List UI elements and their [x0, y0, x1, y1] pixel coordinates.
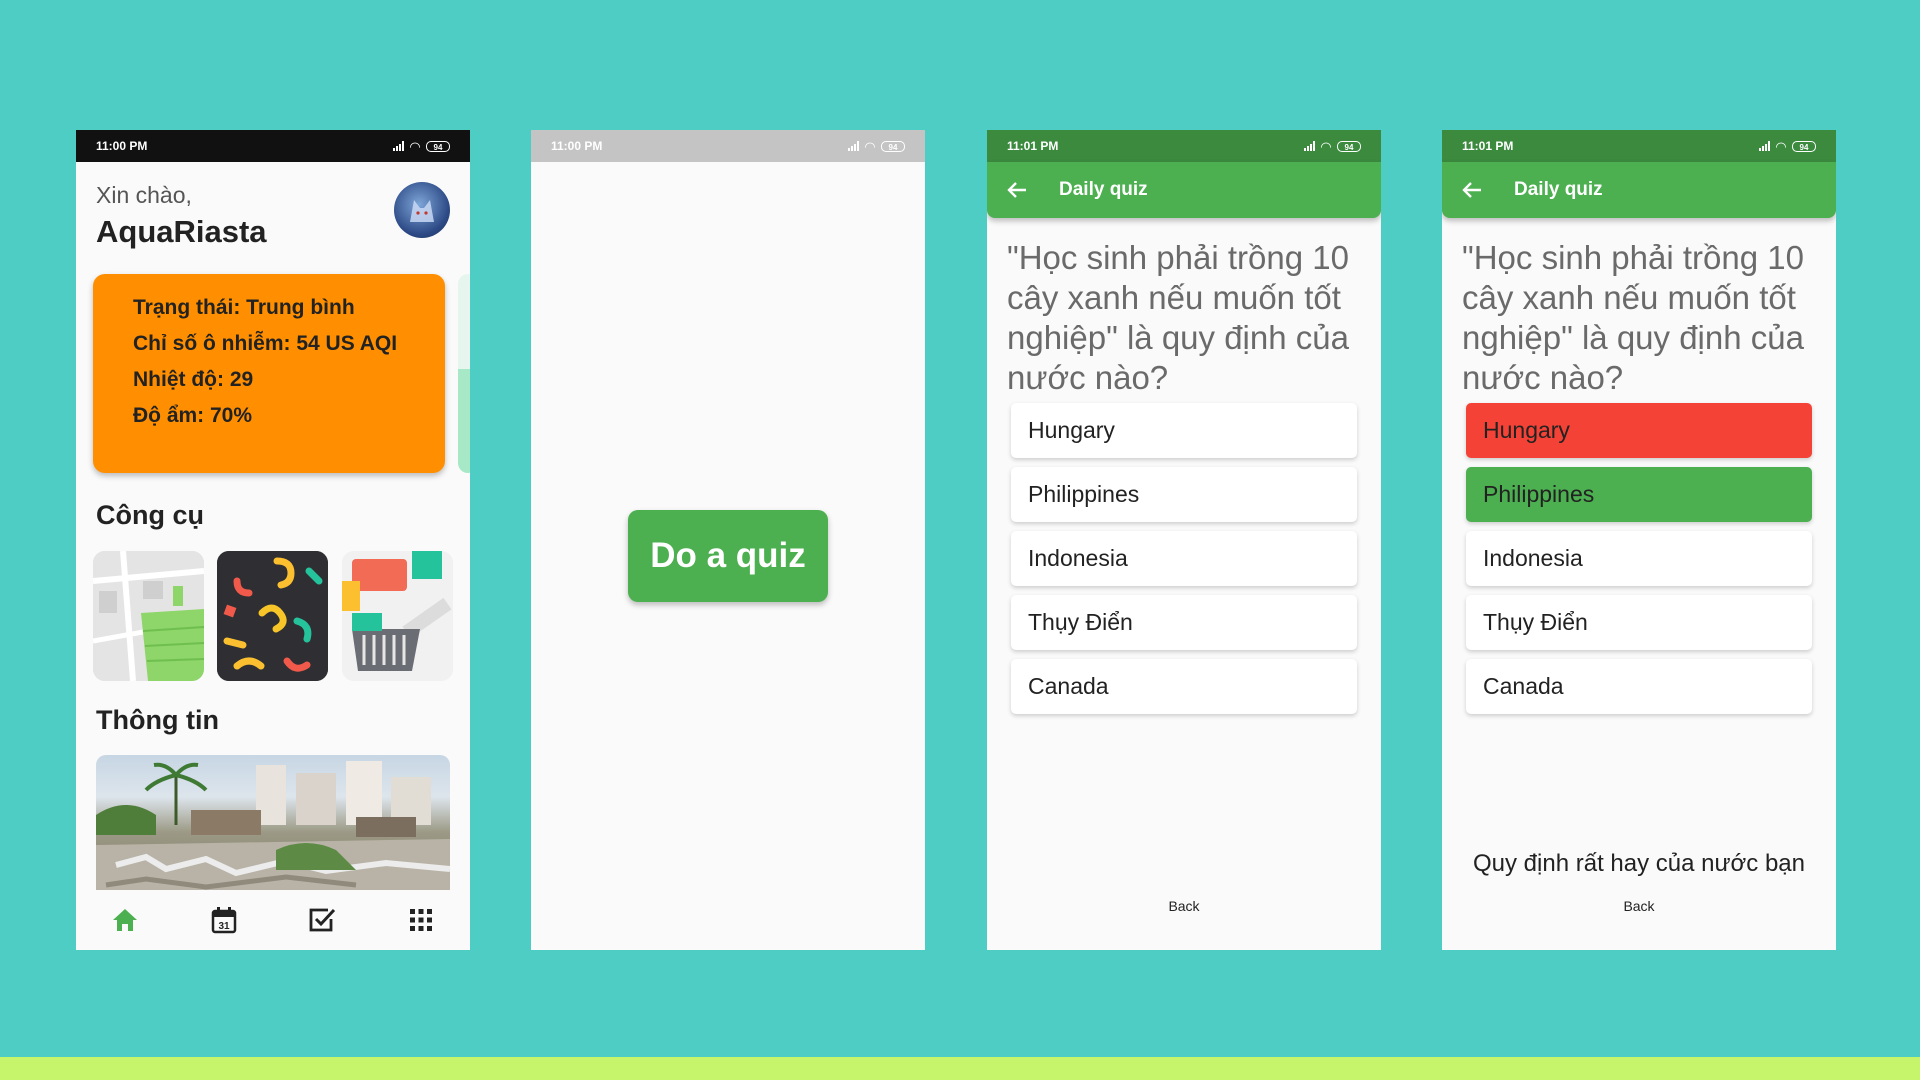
app-bar: Daily quiz	[1442, 162, 1836, 218]
battery-icon: 94	[1792, 140, 1816, 152]
avatar[interactable]	[394, 182, 450, 238]
back-button[interactable]: Back	[1442, 898, 1836, 914]
option-indonesia[interactable]: Indonesia	[1466, 531, 1812, 586]
back-arrow-icon[interactable]	[1460, 178, 1484, 202]
appbar-title: Daily quiz	[1514, 179, 1603, 200]
bottom-nav: 31	[76, 890, 470, 950]
option-canada[interactable]: Canada	[1466, 659, 1812, 714]
status-time: 11:01 PM	[1462, 139, 1514, 153]
aqi-temperature: Nhiệt độ: 29	[133, 368, 254, 391]
status-time: 11:00 PM	[96, 139, 148, 153]
tool-shop[interactable]	[342, 551, 453, 681]
quiz-start-screen: 11:00 PM ◠ 94 Do a quiz	[531, 130, 925, 950]
signal-icon	[848, 141, 859, 151]
option-indonesia[interactable]: Indonesia	[1011, 531, 1357, 586]
status-bar: 11:01 PM ◠ 94	[987, 130, 1381, 162]
signal-icon	[1304, 141, 1315, 151]
answer-options: Hungary Philippines Indonesia Thụy Điển …	[1466, 403, 1812, 723]
back-button[interactable]: Back	[987, 898, 1381, 914]
landfill-photo-icon	[96, 761, 450, 895]
tools-title: Công cụ	[96, 500, 204, 530]
calendar-icon: 31	[211, 907, 236, 934]
option-hungary[interactable]: Hungary	[1466, 403, 1812, 458]
map-icon	[93, 551, 204, 681]
nav-calendar[interactable]: 31	[204, 900, 244, 940]
option-philippines[interactable]: Philippines	[1466, 467, 1812, 522]
option-philippines[interactable]: Philippines	[1011, 467, 1357, 522]
wifi-icon: ◠	[410, 138, 420, 154]
option-thuy-dien[interactable]: Thụy Điển	[1466, 595, 1812, 650]
option-thuy-dien[interactable]: Thụy Điển	[1011, 595, 1357, 650]
status-time: 11:00 PM	[551, 139, 603, 153]
option-hungary[interactable]: Hungary	[1011, 403, 1357, 458]
apps-grid-icon	[409, 909, 432, 931]
appbar-title: Daily quiz	[1059, 179, 1148, 200]
battery-icon: 94	[1337, 140, 1361, 152]
status-bar: 11:01 PM ◠ 94	[1442, 130, 1836, 162]
aqi-card[interactable]: Trạng thái: Trung bình Chỉ số ô nhiễm: 5…	[93, 274, 445, 473]
wolf-avatar-icon	[410, 200, 434, 222]
quiz-result-screen: 11:01 PM ◠ 94 Daily quiz "Học sinh phải …	[1442, 130, 1836, 950]
task-check-icon	[309, 908, 336, 932]
wifi-icon: ◠	[1776, 138, 1786, 154]
status-bar: 11:00 PM ◠ 94	[531, 130, 925, 162]
answer-feedback: Quy định rất hay của nước bạn	[1473, 850, 1805, 877]
battery-icon: 94	[426, 140, 450, 152]
wifi-icon: ◠	[1321, 138, 1331, 154]
quiz-question-screen: 11:01 PM ◠ 94 Daily quiz "Học sinh phải …	[987, 130, 1381, 950]
puzzle-game-icon	[217, 551, 328, 681]
wifi-icon: ◠	[865, 138, 875, 154]
username-text: AquaRiasta	[96, 214, 267, 249]
home-icon	[113, 909, 138, 931]
answer-options: Hungary Philippines Indonesia Thụy Điển …	[1011, 403, 1357, 723]
back-arrow-icon[interactable]	[1005, 178, 1029, 202]
aqi-humidity: Độ ẩm: 70%	[133, 404, 253, 427]
tool-map[interactable]	[93, 551, 204, 681]
battery-icon: 94	[881, 140, 905, 152]
option-canada[interactable]: Canada	[1011, 659, 1357, 714]
nav-home[interactable]	[105, 900, 145, 940]
quiz-question: "Học sinh phải trồng 10 cây xanh nếu muố…	[1462, 239, 1804, 396]
status-time: 11:01 PM	[1007, 139, 1059, 153]
next-card-peek[interactable]	[458, 274, 470, 473]
signal-icon	[1759, 141, 1770, 151]
nav-tasks[interactable]	[302, 900, 342, 940]
status-bar: 11:00 PM ◠ 94	[76, 130, 470, 162]
home-screen: 11:00 PM ◠ 94 Xin chào, AquaRiasta Trạng…	[76, 130, 470, 950]
aqi-status: Trạng thái: Trung bình	[133, 296, 355, 319]
info-title: Thông tin	[96, 705, 219, 735]
shopping-icon	[342, 551, 453, 681]
calendar-day: 31	[218, 921, 230, 932]
nav-apps[interactable]	[401, 900, 441, 940]
greeting-text: Xin chào,	[96, 182, 192, 208]
app-bar: Daily quiz	[987, 162, 1381, 218]
quiz-question: "Học sinh phải trồng 10 cây xanh nếu muố…	[1007, 239, 1349, 396]
tool-game[interactable]	[217, 551, 328, 681]
do-quiz-button[interactable]: Do a quiz	[628, 510, 828, 602]
accent-strip	[0, 1057, 1920, 1080]
news-image[interactable]	[96, 755, 450, 895]
signal-icon	[393, 141, 404, 151]
aqi-index: Chỉ số ô nhiễm: 54 US AQI	[133, 332, 398, 355]
